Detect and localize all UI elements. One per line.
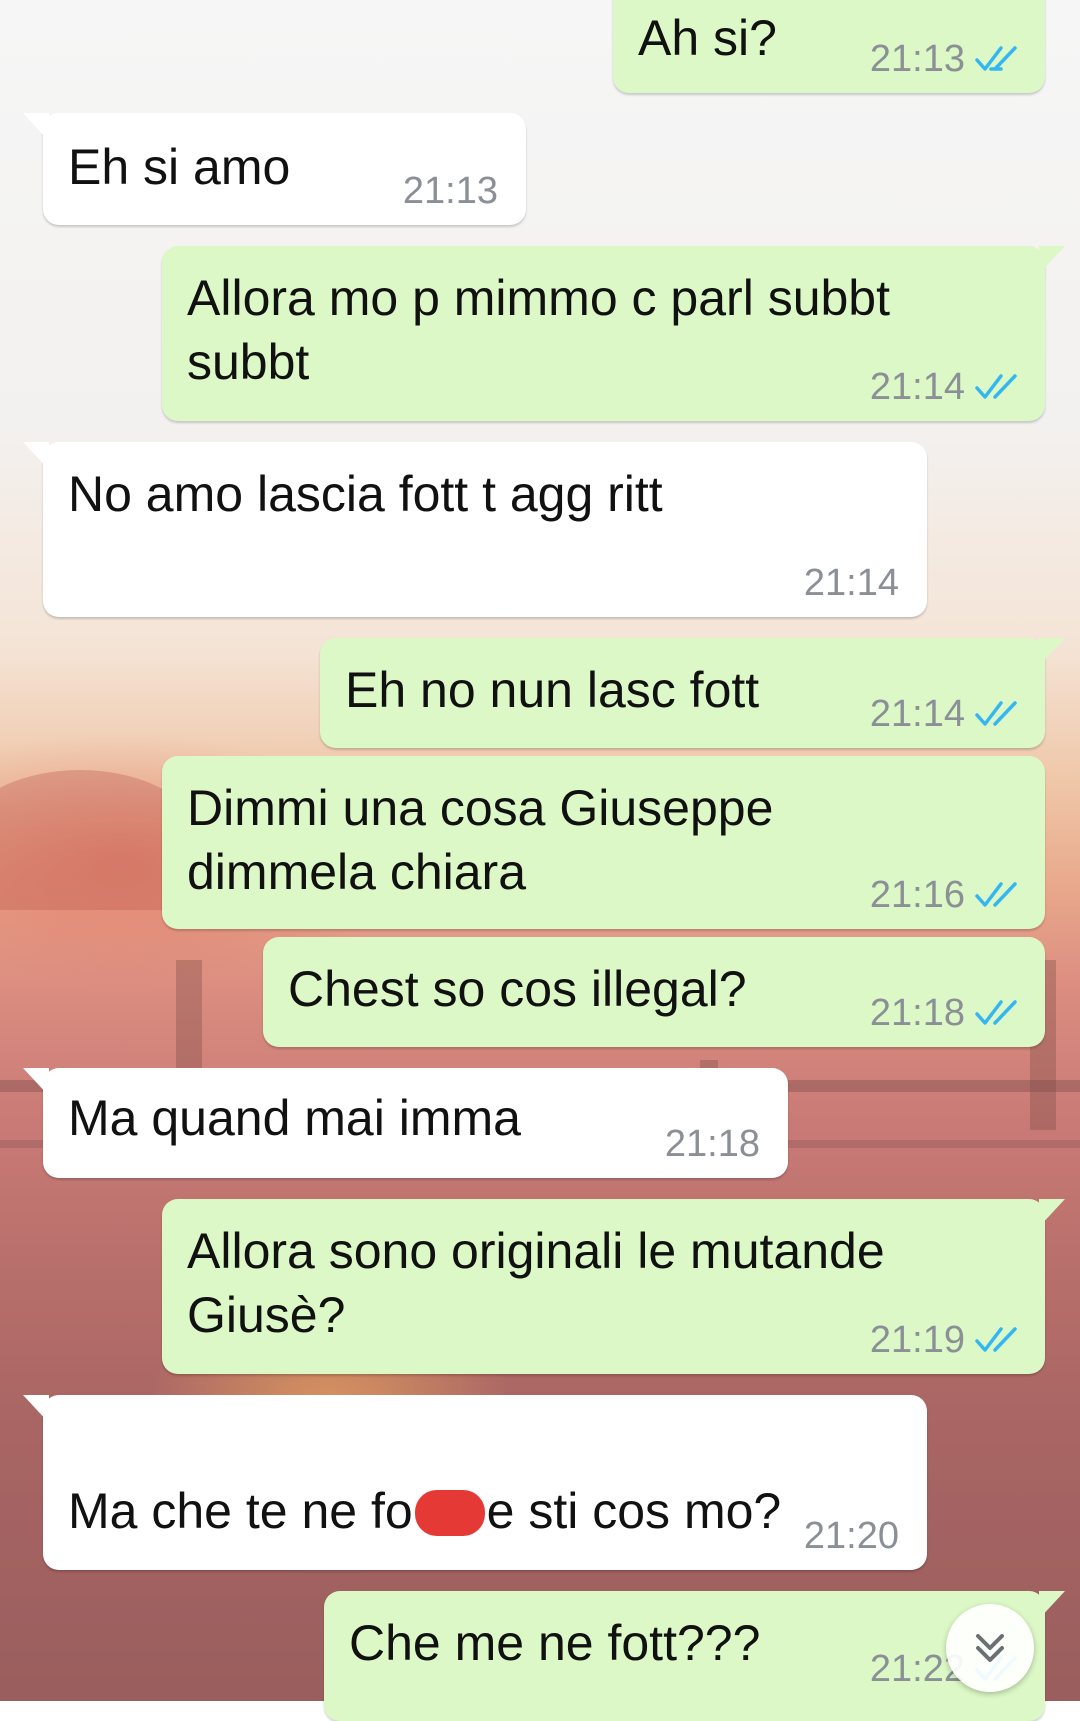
- message-meta: 21:14: [870, 365, 1023, 409]
- message-text: No amo lascia fott t agg ritt: [68, 466, 663, 522]
- message-time: 21:14: [869, 693, 965, 735]
- message-text: Allora sono originali le mutande Giusè?: [187, 1223, 885, 1343]
- message-time: 21:14: [869, 366, 965, 408]
- message-text: Allora mo p mimmo c parl subbt subbt: [187, 270, 891, 390]
- message-text: Eh si amo: [68, 139, 291, 195]
- redaction-mark: [414, 1490, 485, 1536]
- message-text: Ma che te ne fo e sti cos mo?: [68, 1415, 781, 1543]
- message-meta: 21:13: [870, 37, 1023, 81]
- double-check-icon: [975, 1000, 1017, 1025]
- message-time: 21:13: [869, 38, 965, 80]
- outgoing-message[interactable]: Chest so cos illegal? 21:18: [263, 937, 1045, 1047]
- incoming-message[interactable]: No amo lascia fott t agg ritt 21:14: [23, 442, 927, 617]
- message-text: Ma quand mai imma: [68, 1090, 521, 1146]
- message-list[interactable]: Ah si? 21:13 Eh si amo 21:13 Allora mo p…: [0, 0, 1080, 1721]
- message-time: 21:18: [664, 1123, 760, 1165]
- message-meta: 21:14: [804, 561, 899, 605]
- message-text-part: e sti cos mo?: [486, 1483, 782, 1539]
- chevron-double-down-icon: [976, 1634, 1004, 1662]
- message-meta: 21:20: [804, 1514, 899, 1558]
- message-text: Eh no nun lasc fott: [345, 662, 760, 718]
- outgoing-message[interactable]: Che me ne fott??? 21:22: [324, 1591, 1065, 1721]
- message-time: 21:20: [803, 1515, 899, 1557]
- message-text: Che me ne fott???: [349, 1615, 761, 1671]
- outgoing-message[interactable]: Allora sono originali le mutande Giusè? …: [162, 1199, 1065, 1374]
- message-time: 21:13: [402, 170, 498, 212]
- message-time: 21:18: [869, 992, 965, 1034]
- incoming-message[interactable]: Ma che te ne fo e sti cos mo? 21:20: [23, 1395, 927, 1570]
- message-text: Dimmi una cosa Giuseppe dimmela chiara: [187, 780, 774, 900]
- message-meta: 21:18: [665, 1122, 760, 1166]
- double-check-icon: [975, 1327, 1017, 1352]
- double-check-icon: [975, 46, 1017, 71]
- incoming-message[interactable]: Ma quand mai imma 21:18: [23, 1068, 788, 1178]
- message-meta: 21:18: [870, 991, 1023, 1035]
- outgoing-message[interactable]: Eh no nun lasc fott 21:14: [320, 638, 1065, 748]
- message-meta: 21:19: [870, 1318, 1023, 1362]
- double-check-icon: [975, 882, 1017, 907]
- message-time: 21:14: [803, 562, 899, 604]
- outgoing-message[interactable]: Ah si? 21:13: [613, 0, 1045, 93]
- message-text-part: Ma che te ne fo: [68, 1483, 413, 1539]
- message-time: 21:16: [869, 874, 965, 916]
- double-check-icon: [975, 701, 1017, 726]
- incoming-message[interactable]: Eh si amo 21:13: [23, 113, 526, 225]
- message-time: 21:19: [869, 1319, 965, 1361]
- message-text: Chest so cos illegal?: [288, 961, 747, 1017]
- message-text: Ah si?: [638, 10, 777, 66]
- message-meta: 21:14: [870, 692, 1023, 736]
- message-meta: 21:16: [870, 873, 1023, 917]
- double-check-icon: [975, 374, 1017, 399]
- scroll-to-bottom-button[interactable]: [946, 1604, 1034, 1692]
- outgoing-message[interactable]: Dimmi una cosa Giuseppe dimmela chiara 2…: [162, 756, 1045, 929]
- message-meta: 21:13: [403, 169, 498, 213]
- outgoing-message[interactable]: Allora mo p mimmo c parl subbt subbt 21:…: [162, 246, 1065, 421]
